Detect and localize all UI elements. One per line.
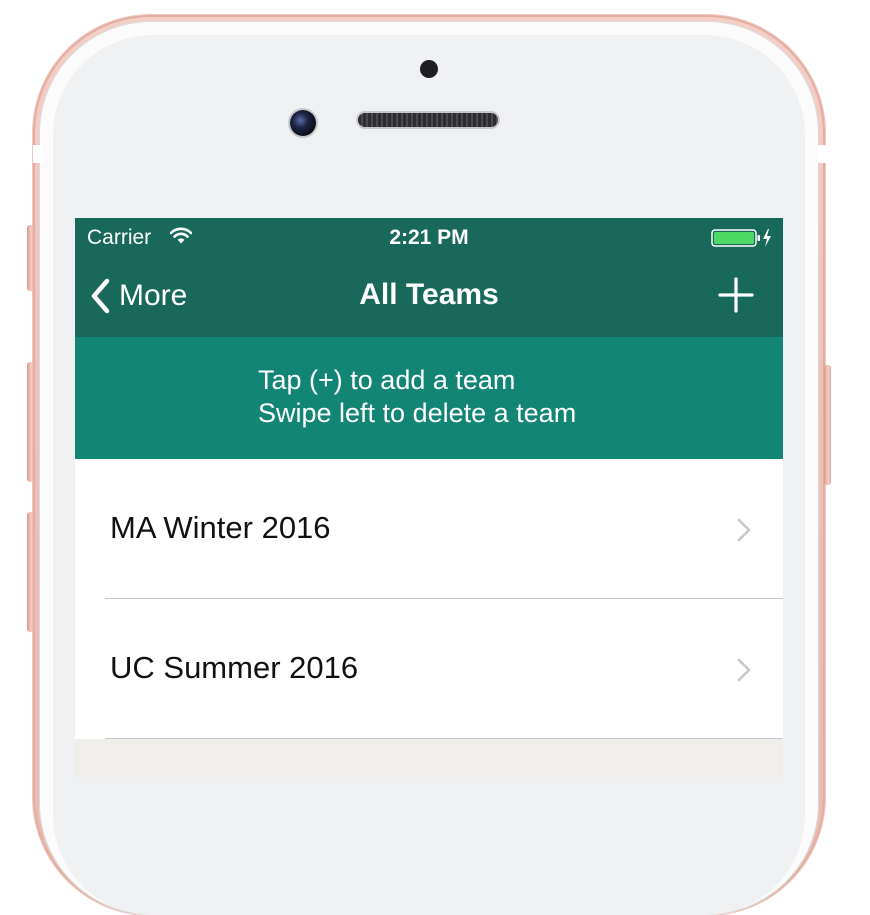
chevron-right-icon [737,658,751,682]
earpiece-speaker [358,113,498,127]
empty-table-footer [75,739,783,777]
proximity-sensor [420,60,438,78]
header: Carrier 2:21 PM More All Teams [75,218,783,337]
antenna-line-left [33,145,43,163]
team-name: MA Winter 2016 [110,510,331,545]
add-team-button[interactable] [717,276,755,314]
instruction-delete: Swipe left to delete a team [258,398,577,428]
battery-icon [711,229,771,247]
mute-switch [27,225,34,291]
power-button [824,365,831,485]
page-title: All Teams [359,278,499,311]
volume-up-button [27,362,34,482]
instruction-add: Tap (+) to add a team [258,365,516,395]
team-row[interactable]: UC Summer 2016 [75,599,783,739]
app-screen: Carrier 2:21 PM More All Teams Tap (+) t… [75,218,783,777]
charging-bolt-icon [763,229,771,247]
status-time: 2:21 PM [389,226,469,249]
status-bar: Carrier 2:21 PM [75,218,783,258]
teams-list: MA Winter 2016 UC Summer 2016 [75,459,783,739]
navigation-bar: More All Teams [75,258,783,337]
front-camera-icon [290,110,316,136]
volume-down-button [27,512,34,632]
chevron-right-icon [737,518,751,542]
antenna-line-right [817,145,827,163]
team-row[interactable]: MA Winter 2016 [75,459,783,599]
team-name: UC Summer 2016 [110,650,359,685]
instructions-banner: Tap (+) to add a team Swipe left to dele… [75,337,783,459]
